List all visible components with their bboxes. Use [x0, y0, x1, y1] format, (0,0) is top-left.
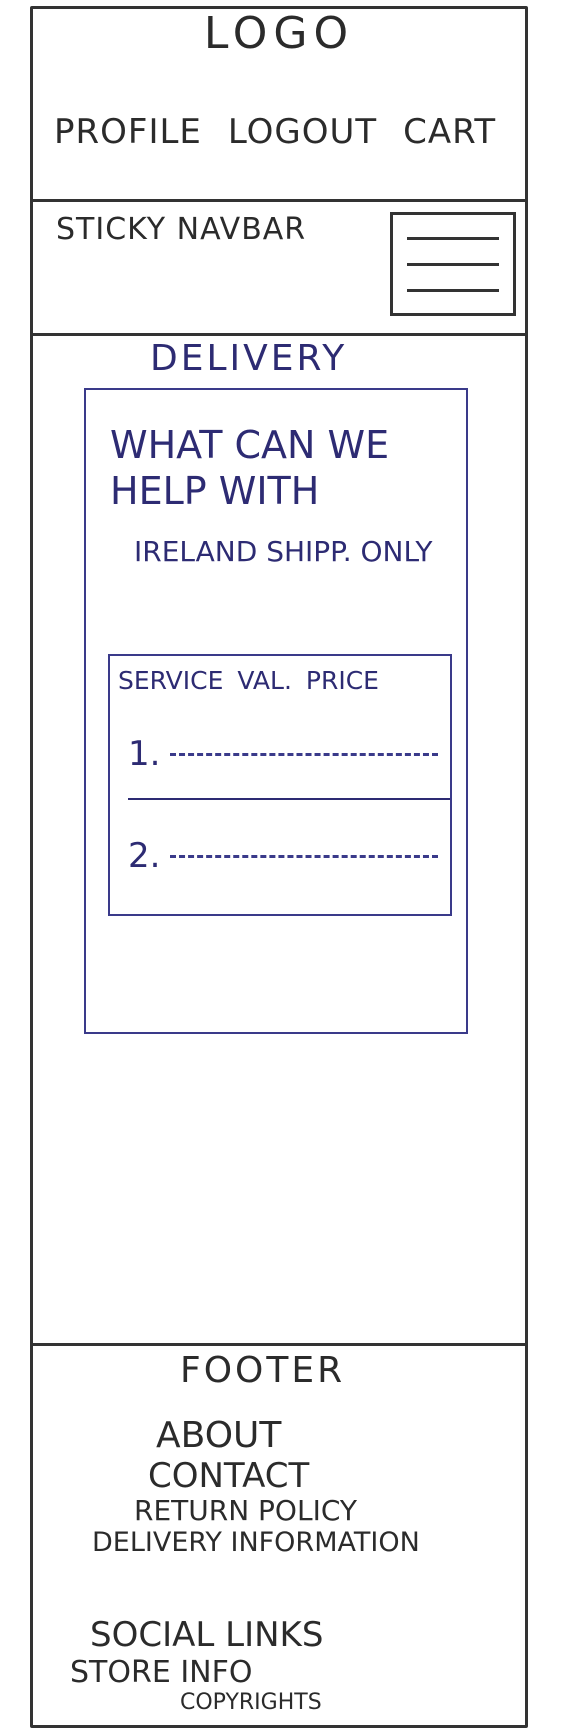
site-footer: FOOTER ABOUT CONTACT RETURN POLICY DELIV…	[30, 1343, 528, 1728]
return-policy-link[interactable]: RETURN POLICY	[30, 1496, 528, 1526]
column-header-service: SERVICE	[118, 666, 224, 695]
cart-link[interactable]: CART	[403, 112, 496, 152]
store-info: STORE INFO	[70, 1655, 253, 1690]
placeholder-dashes	[170, 854, 438, 858]
profile-link[interactable]: PROFILE	[54, 112, 202, 152]
delivery-card: WHAT CAN WE HELP WITH IRELAND SHIPP. ONL…	[84, 388, 468, 1034]
delivery-table: SERVICE VAL. PRICE 1. 2.	[108, 654, 452, 916]
footer-bottom: SOCIAL LINKS STORE INFO COPYRIGHTS	[30, 1616, 528, 1714]
social-links[interactable]: SOCIAL LINKS	[30, 1616, 528, 1654]
placeholder-dashes	[170, 752, 438, 756]
table-header: SERVICE VAL. PRICE	[118, 666, 379, 695]
sticky-navbar: STICKY NAVBAR	[30, 202, 528, 336]
navbar-label: STICKY NAVBAR	[56, 212, 307, 247]
menu-bar	[407, 237, 499, 240]
footer-links: ABOUT CONTACT RETURN POLICY DELIVERY INF…	[30, 1416, 528, 1560]
menu-bar	[407, 289, 499, 292]
hamburger-menu-icon[interactable]	[390, 212, 516, 316]
card-heading: WHAT CAN WE HELP WITH	[110, 423, 390, 513]
copyright-text: COPYRIGHTS	[180, 1690, 322, 1715]
column-header-value: VAL.	[237, 666, 292, 695]
site-logo[interactable]: LOGO	[30, 8, 528, 59]
logout-link[interactable]: LOGOUT	[228, 112, 377, 152]
shipping-note: IRELAND SHIPP. ONLY	[134, 535, 433, 568]
contact-link[interactable]: CONTACT	[30, 1456, 528, 1496]
row-divider	[128, 798, 450, 800]
column-header-price: PRICE	[305, 666, 379, 695]
footer-title: FOOTER	[180, 1350, 346, 1391]
row-number: 1.	[128, 734, 161, 774]
site-header: LOGO PROFILE LOGOUT CART	[30, 6, 528, 202]
table-row: 1.	[128, 734, 438, 774]
about-link[interactable]: ABOUT	[30, 1416, 528, 1456]
row-number: 2.	[128, 836, 161, 876]
delivery-information-link[interactable]: DELIVERY INFORMATION	[30, 1526, 528, 1560]
page-title: DELIVERY	[150, 338, 348, 379]
table-row: 2.	[128, 836, 438, 876]
menu-bar	[407, 263, 499, 266]
header-nav: PROFILE LOGOUT CART	[54, 112, 496, 152]
